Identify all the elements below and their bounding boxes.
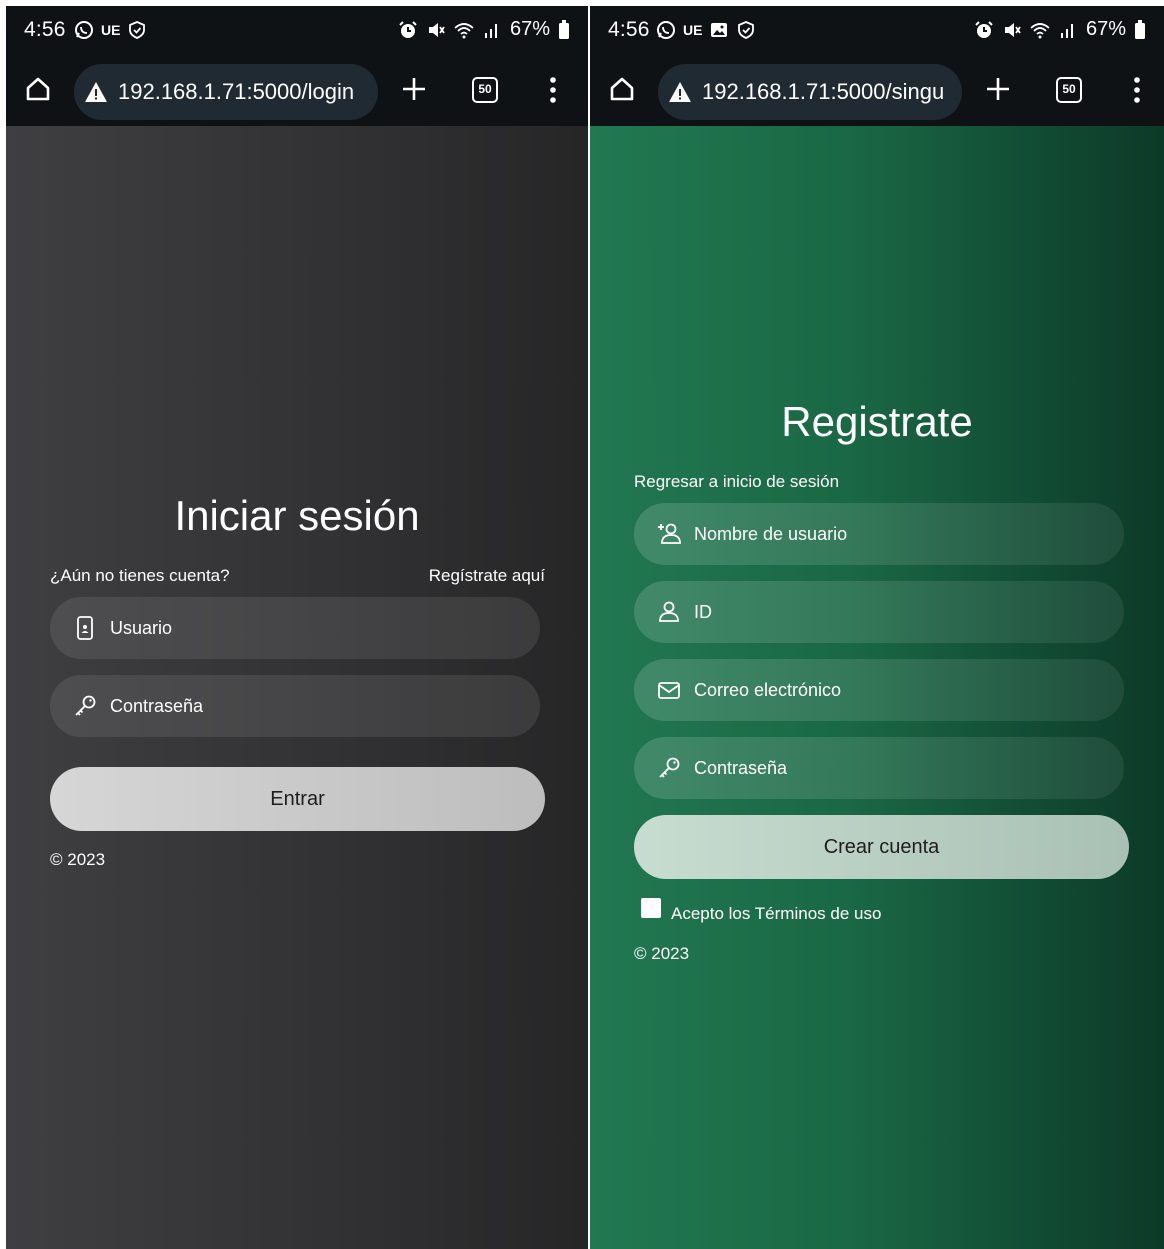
password-input[interactable]: Contraseña bbox=[634, 737, 1124, 799]
user-icon bbox=[659, 601, 679, 622]
password-placeholder: Contraseña bbox=[694, 757, 788, 778]
email-input[interactable]: Correo electrónico bbox=[634, 659, 1124, 721]
key-icon bbox=[659, 757, 680, 778]
whatsapp-icon bbox=[75, 21, 93, 39]
footer-copyright: © 2023 bbox=[634, 944, 690, 963]
phone-user-icon bbox=[77, 616, 93, 640]
url-bar-row: 192.168.1.71:5000/login 50 bbox=[6, 58, 588, 124]
signup-page: Registrate Regresar a inicio de sesión N… bbox=[590, 126, 1164, 1249]
wifi-icon bbox=[1030, 22, 1050, 38]
battery-level: 67% bbox=[509, 18, 550, 40]
browser-chrome: 4:56 UE 67% 192.168.1.71:5000/login 50 bbox=[6, 6, 588, 126]
terms-label[interactable]: Acepto los Términos de uso bbox=[671, 904, 881, 924]
username-input[interactable]: Nombre de usuario bbox=[634, 503, 1124, 565]
status-bar: 4:56 UE 67% bbox=[590, 6, 1164, 58]
page-title: Registrate bbox=[781, 398, 973, 445]
add-user-icon bbox=[658, 523, 681, 544]
login-page: Iniciar sesión ¿Aún no tienes cuenta? Re… bbox=[6, 126, 588, 1249]
plus-icon[interactable] bbox=[401, 76, 427, 102]
battery-level: 67% bbox=[1085, 18, 1126, 40]
signup-screen: 4:56 UE 67% 192.168.1.71:5000/singu 50 R… bbox=[590, 6, 1164, 1249]
battery-icon bbox=[1135, 19, 1145, 39]
mail-icon bbox=[658, 682, 680, 699]
more-vert-icon[interactable] bbox=[546, 75, 560, 105]
shield-check-icon bbox=[738, 21, 755, 39]
mute-icon bbox=[428, 22, 445, 37]
login-screen: 4:56 UE 67% 192.168.1.71:5000/login 50 I… bbox=[6, 6, 588, 1249]
home-icon[interactable] bbox=[608, 75, 636, 103]
wifi-icon bbox=[454, 22, 474, 38]
login-button[interactable]: Entrar bbox=[50, 767, 545, 831]
alarm-icon bbox=[975, 20, 993, 38]
key-icon bbox=[75, 695, 96, 716]
username-placeholder: Nombre de usuario bbox=[694, 523, 848, 544]
id-placeholder: ID bbox=[694, 601, 712, 622]
alarm-icon bbox=[399, 20, 417, 38]
create-account-button[interactable]: Crear cuenta bbox=[634, 815, 1129, 879]
status-time: 4:56 bbox=[24, 18, 66, 41]
home-icon[interactable] bbox=[24, 75, 52, 103]
battery-icon bbox=[559, 19, 569, 39]
no-account-text: ¿Aún no tienes cuenta? bbox=[50, 566, 230, 585]
status-bar: 4:56 UE 67% bbox=[6, 6, 588, 58]
email-placeholder: Correo electrónico bbox=[694, 679, 842, 700]
mute-icon bbox=[1004, 22, 1021, 37]
id-input[interactable]: ID bbox=[634, 581, 1124, 643]
tabs-icon[interactable]: 50 bbox=[472, 77, 498, 103]
plus-icon[interactable] bbox=[985, 76, 1011, 102]
image-icon bbox=[711, 23, 728, 37]
carrier-label: UE bbox=[683, 22, 703, 38]
username-placeholder: Usuario bbox=[110, 617, 173, 638]
whatsapp-icon bbox=[657, 21, 675, 39]
address-bar[interactable]: 192.168.1.71:5000/singu bbox=[658, 64, 962, 120]
signal-icon bbox=[1060, 23, 1073, 38]
back-to-login-link[interactable]: Regresar a inicio de sesión bbox=[634, 472, 839, 492]
terms-checkbox[interactable] bbox=[641, 898, 661, 918]
password-input[interactable]: Contraseña bbox=[50, 675, 540, 737]
password-placeholder: Contraseña bbox=[110, 695, 204, 716]
carrier-label: UE bbox=[101, 22, 121, 38]
status-time: 4:56 bbox=[608, 18, 650, 41]
more-vert-icon[interactable] bbox=[1130, 75, 1144, 105]
url-text[interactable]: 192.168.1.71:5000/singu bbox=[702, 79, 944, 105]
signal-icon bbox=[484, 23, 497, 38]
browser-chrome: 4:56 UE 67% 192.168.1.71:5000/singu 50 bbox=[590, 6, 1164, 126]
warning-icon[interactable] bbox=[84, 81, 108, 103]
address-bar[interactable]: 192.168.1.71:5000/login bbox=[74, 64, 378, 120]
footer-copyright: © 2023 bbox=[50, 850, 106, 869]
shield-check-icon bbox=[129, 21, 146, 39]
page-title: Iniciar sesión bbox=[174, 492, 420, 539]
username-input[interactable]: Usuario bbox=[50, 597, 540, 659]
tabs-icon[interactable]: 50 bbox=[1056, 77, 1082, 103]
warning-icon[interactable] bbox=[668, 81, 692, 103]
url-text[interactable]: 192.168.1.71:5000/login bbox=[118, 79, 354, 105]
url-bar-row: 192.168.1.71:5000/singu 50 bbox=[590, 58, 1164, 124]
register-link[interactable]: Regístrate aquí bbox=[429, 566, 545, 586]
